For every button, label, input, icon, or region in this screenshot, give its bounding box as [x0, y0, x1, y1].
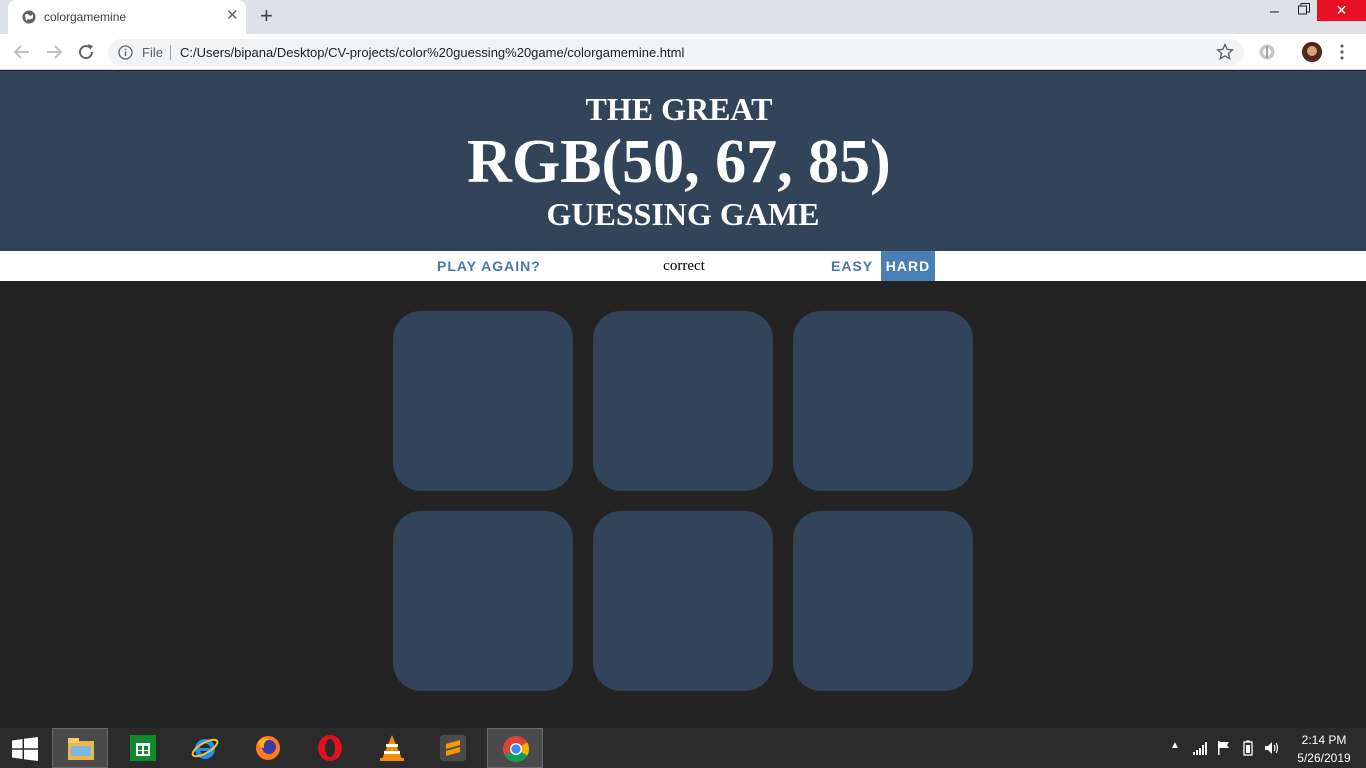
bookmark-star-icon[interactable]	[1216, 43, 1234, 61]
profile-photo-icon	[1302, 42, 1322, 62]
internet-explorer-icon	[191, 738, 219, 759]
taskbar-store[interactable]	[115, 728, 171, 768]
globe-icon	[22, 10, 36, 24]
profile-avatar[interactable]	[1302, 42, 1322, 62]
sublime-text-icon	[440, 735, 466, 761]
header-title-top: THE GREAT	[585, 91, 773, 127]
start-menu-icon[interactable]	[12, 737, 38, 761]
easy-mode-button[interactable]: EASY	[825, 251, 879, 281]
more-menu-icon[interactable]	[1340, 44, 1344, 60]
color-square[interactable]	[793, 311, 973, 491]
tab-title: colorgamemine	[44, 10, 127, 24]
address-separator	[170, 45, 171, 60]
new-tab-button[interactable]: +	[260, 5, 273, 27]
back-arrow-icon[interactable]	[10, 40, 34, 64]
result-message: correct	[663, 258, 705, 274]
taskbar-firefox[interactable]	[240, 728, 296, 768]
controls-stripe: PLAY AGAIN? correct EASY HARD	[0, 251, 1366, 281]
info-icon[interactable]	[118, 45, 133, 60]
tab-close-icon[interactable]: ✕	[226, 8, 239, 24]
network-signal-icon[interactable]	[1192, 740, 1208, 756]
minimize-button[interactable]: –	[1270, 3, 1279, 21]
restore-button[interactable]	[1298, 3, 1310, 15]
clock-time[interactable]: 2:14 PM	[1300, 733, 1348, 747]
extension-icon[interactable]	[1258, 43, 1276, 61]
url-text[interactable]: C:/Users/bipana/Desktop/CV-projects/colo…	[180, 45, 684, 60]
taskbar-file-explorer[interactable]	[52, 728, 108, 768]
taskbar-internet-explorer[interactable]	[177, 728, 233, 768]
taskbar-vlc[interactable]	[364, 728, 420, 768]
file-scheme-label: File	[142, 45, 163, 60]
browser-toolbar: File C:/Users/bipana/Desktop/CV-projects…	[0, 34, 1366, 70]
color-square[interactable]	[593, 311, 773, 491]
action-center-flag-icon[interactable]	[1216, 740, 1232, 756]
vlc-icon	[380, 735, 404, 761]
file-explorer-icon	[68, 738, 94, 760]
color-square[interactable]	[393, 311, 573, 491]
battery-icon[interactable]	[1240, 740, 1256, 756]
game-page: THE GREAT RGB(50, 67, 85) GUESSING GAME …	[0, 71, 1366, 728]
taskbar-chrome[interactable]	[487, 728, 543, 768]
show-hidden-icons-icon[interactable]: ▲	[1170, 740, 1180, 751]
color-square[interactable]	[593, 511, 773, 691]
hard-mode-button[interactable]: HARD	[881, 251, 935, 281]
opera-icon	[318, 735, 342, 761]
clock-date[interactable]: 5/26/2019	[1294, 751, 1354, 765]
forward-arrow-icon[interactable]	[42, 40, 66, 64]
color-square[interactable]	[393, 511, 573, 691]
game-header: THE GREAT RGB(50, 67, 85) GUESSING GAME	[0, 71, 1366, 251]
firefox-icon	[256, 736, 280, 760]
volume-icon[interactable]	[1264, 740, 1280, 756]
header-title-bottom: GUESSING GAME	[546, 196, 820, 232]
browser-tab-strip: colorgamemine ✕ + – ✕	[0, 0, 1366, 34]
windows-taskbar	[0, 728, 1366, 768]
browser-tab[interactable]: colorgamemine ✕	[8, 0, 246, 34]
play-again-button[interactable]: PLAY AGAIN?	[431, 251, 547, 281]
target-color-display: RGB(50, 67, 85)	[467, 128, 891, 196]
window-close-button[interactable]: ✕	[1317, 0, 1366, 21]
reload-icon[interactable]	[74, 40, 98, 64]
color-square[interactable]	[793, 511, 973, 691]
taskbar-sublime-text[interactable]	[425, 728, 481, 768]
chrome-icon	[503, 736, 530, 763]
address-bar[interactable]: File C:/Users/bipana/Desktop/CV-projects…	[108, 39, 1244, 66]
taskbar-opera[interactable]	[302, 728, 358, 768]
store-icon	[130, 735, 156, 761]
